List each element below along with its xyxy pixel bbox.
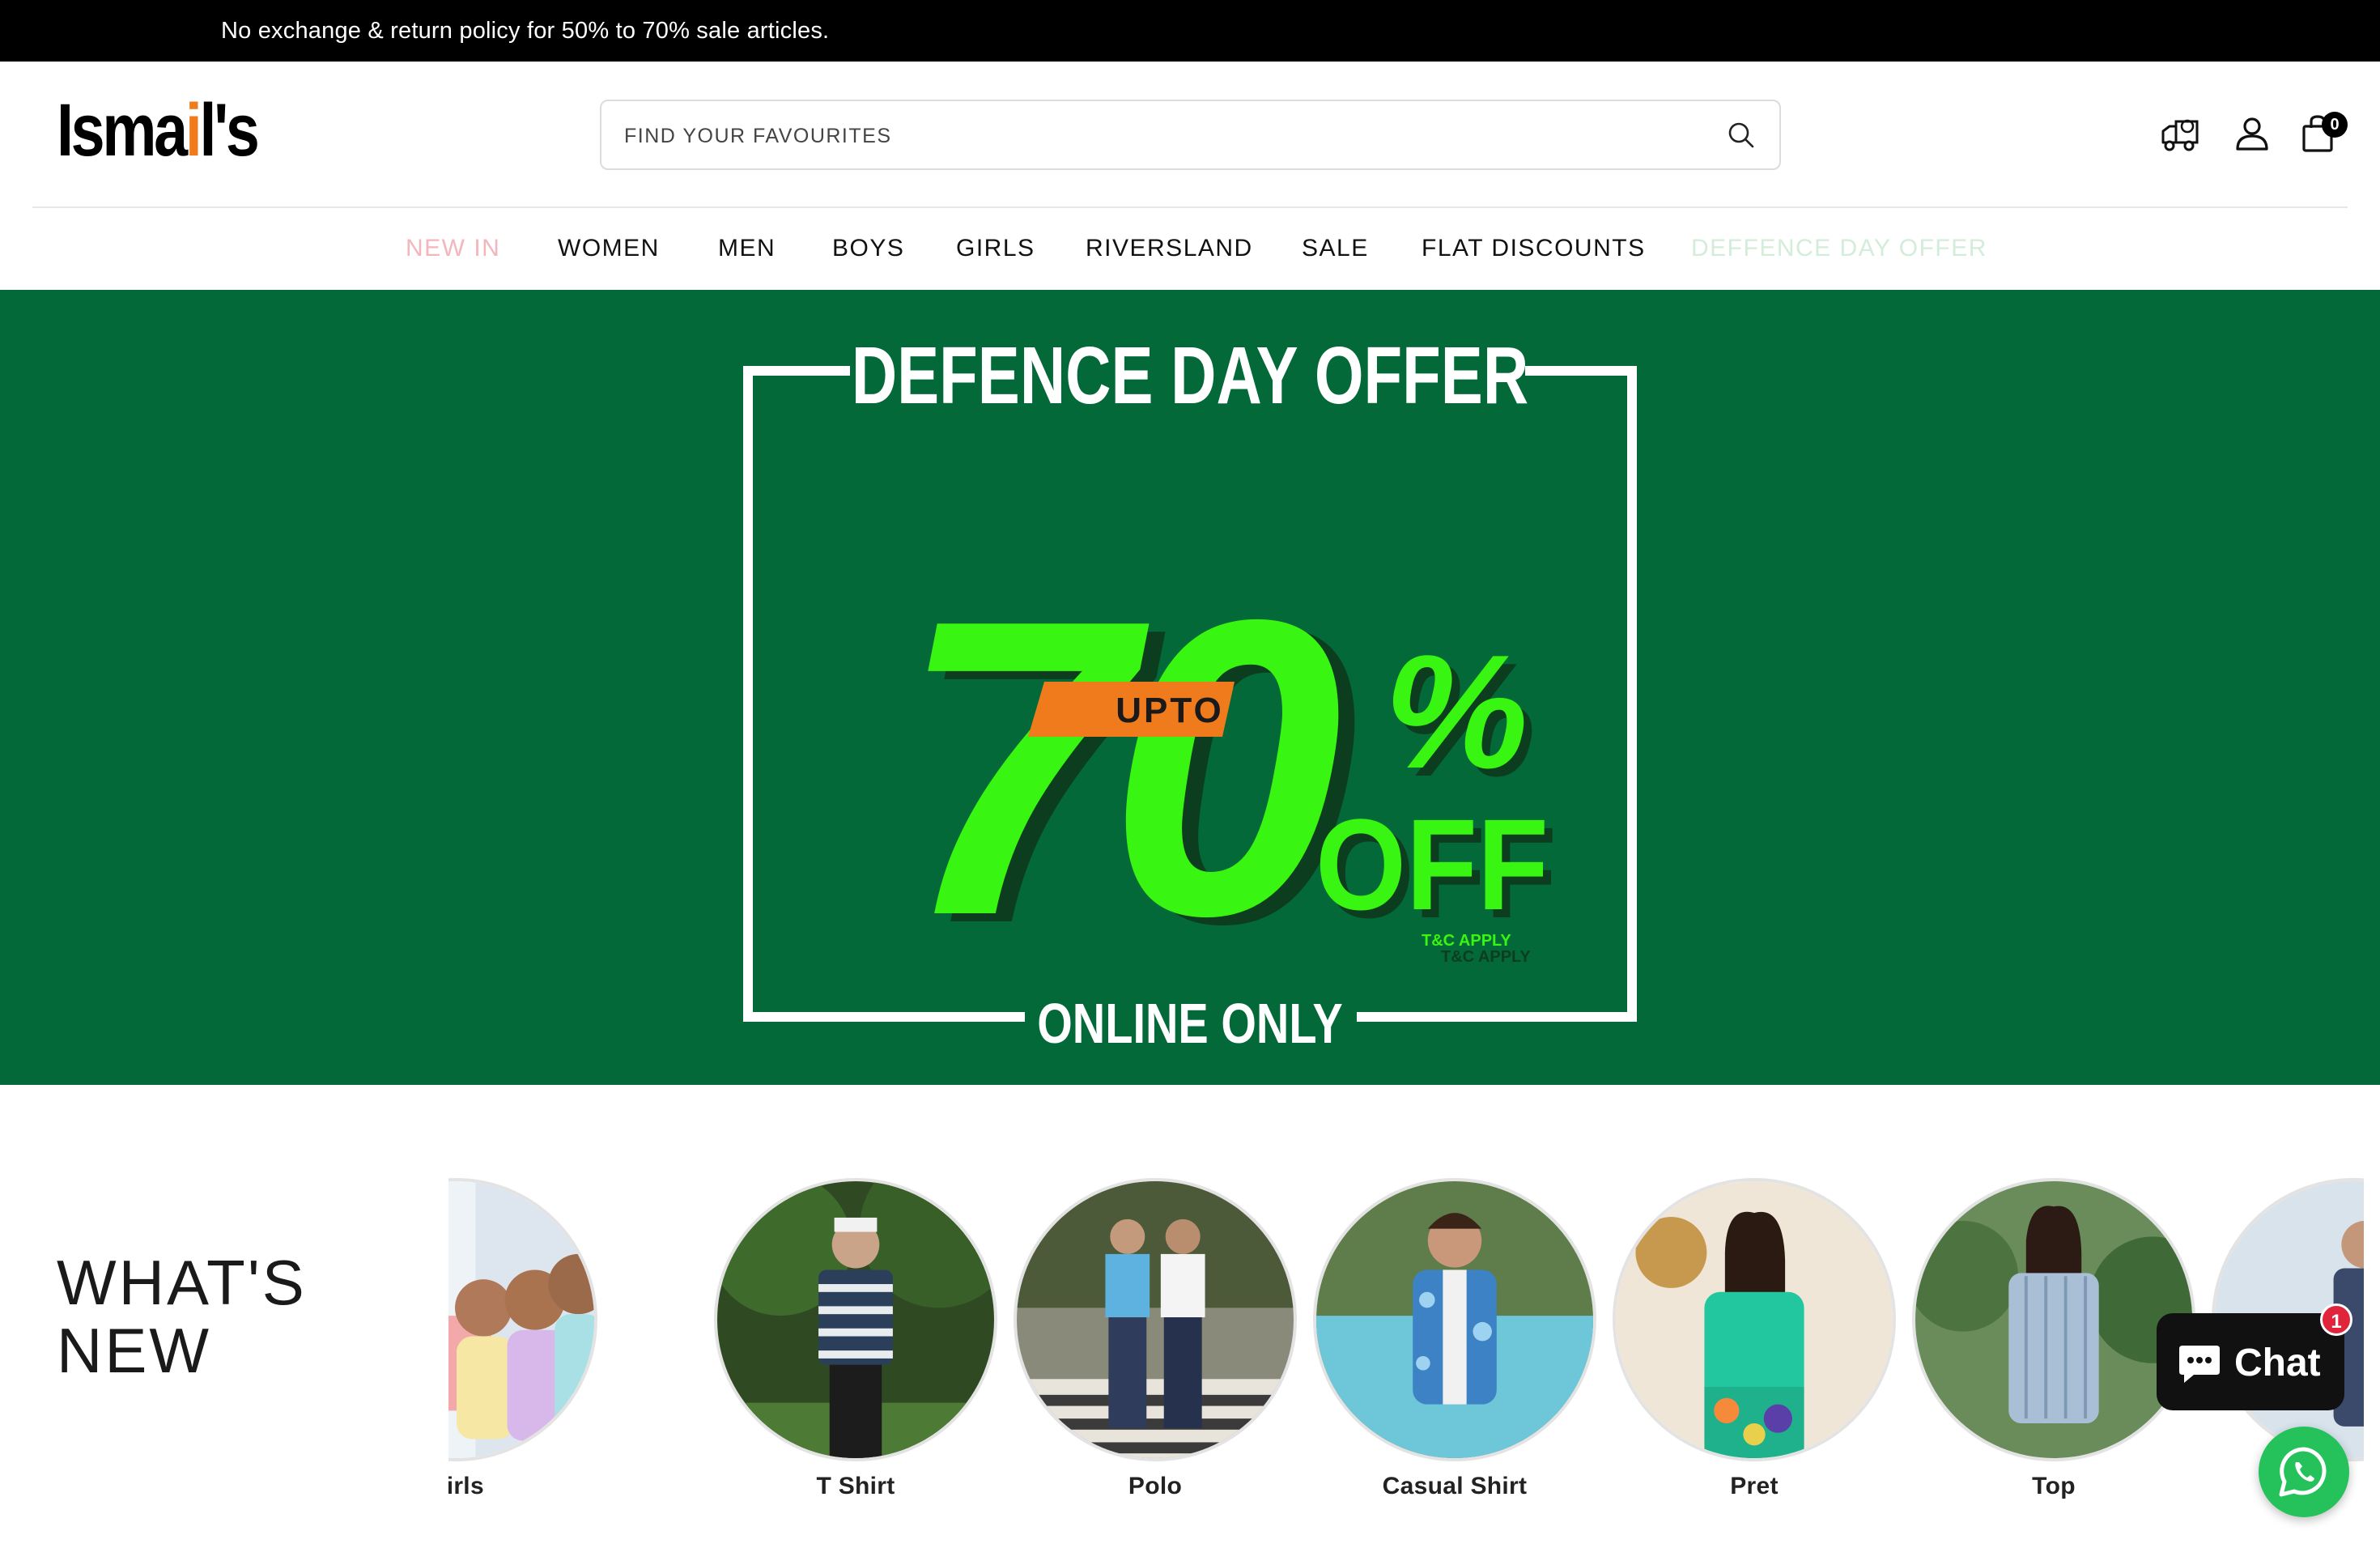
chat-button[interactable]: Chat [2157,1313,2344,1410]
search-icon[interactable] [1725,119,1757,151]
category-carousel: Girls T Shirt P [448,1178,2364,1518]
category-top[interactable]: Top [1912,1178,2195,1518]
search-box [600,100,1781,170]
category-girls[interactable]: Girls [448,1178,597,1518]
nav-item-men[interactable]: MEN [718,232,776,265]
user-account-icon[interactable] [2228,110,2276,159]
category-label: Casual Shirt [1382,1473,1528,1499]
nav-item-boys[interactable]: BOYS [832,232,904,265]
category-pret[interactable]: Pret [1613,1178,1896,1518]
category-image [714,1178,997,1461]
whatsapp-icon [2279,1447,2327,1497]
banner-upto: UPTO [1116,691,1223,730]
category-label: Polo [1128,1473,1183,1499]
category-casual-shirt[interactable]: Casual Shirt [1313,1178,1596,1518]
nav-item-women[interactable]: WOMEN [558,232,660,265]
chat-label: Chat [2234,1342,2321,1384]
banner-percent: % [1384,622,1528,802]
nav-item-sale[interactable]: SALE [1302,232,1369,265]
banner-title: DEFENCE DAY OFFER [852,331,1528,422]
category-label: Pret [1730,1473,1779,1499]
chat-notification-badge: 1 [2320,1303,2352,1336]
brand-logo[interactable]: Ismail's [57,93,260,168]
hero-banner[interactable]: DEFENCE DAY OFFER 70 70 UPTO % % OFF OFF… [0,290,2380,1085]
delivery-truck-icon[interactable] [2158,110,2207,159]
banner-graphic: DEFENCE DAY OFFER 70 70 UPTO % % OFF OFF… [0,290,2380,1085]
nav-item-riversland[interactable]: RIVERSLAND [1086,232,1253,265]
announcement-text: No exchange & return policy for 50% to 7… [221,18,830,44]
category-image [448,1178,597,1461]
category-t-shirt[interactable]: T Shirt [714,1178,997,1518]
banner-number: 70 [899,533,1339,1003]
category-label: Top [2032,1473,2076,1499]
banner-footer-text: ONLINE ONLY [1037,993,1342,1055]
banner-off: OFF [1315,793,1549,938]
banner-tc-shadow: T&C APPLY [1441,948,1531,966]
whats-new-heading: WHAT'S NEW [57,1247,307,1386]
category-image [1613,1178,1896,1461]
nav-item-girls[interactable]: GIRLS [956,232,1035,265]
category-image [1912,1178,2195,1461]
nav-item-deffence-day-offer[interactable]: DEFFENCE DAY OFFER [1691,232,1987,265]
category-label: Girls [448,1473,484,1499]
nav-item-flat-discounts[interactable]: FLAT DISCOUNTS [1422,232,1646,265]
announcement-bar: No exchange & return policy for 50% to 7… [0,0,2380,62]
category-image [1014,1178,1297,1461]
category-polo[interactable]: Polo [1014,1178,1297,1518]
site-header: Ismail's 0 [0,62,2380,207]
banner-tc: T&C APPLY [1422,932,1511,950]
search-input[interactable] [624,117,1677,155]
nav-item-new-in[interactable]: NEW IN [406,232,500,265]
main-navigation: NEW IN WOMEN MEN BOYS GIRLS RIVERSLAND S… [0,208,2380,289]
cart-count-badge: 0 [2322,112,2348,138]
category-label: T Shirt [816,1473,895,1499]
chat-bubble-icon [2179,1346,2220,1383]
category-image [1313,1178,1596,1461]
whatsapp-button[interactable] [2259,1427,2349,1517]
